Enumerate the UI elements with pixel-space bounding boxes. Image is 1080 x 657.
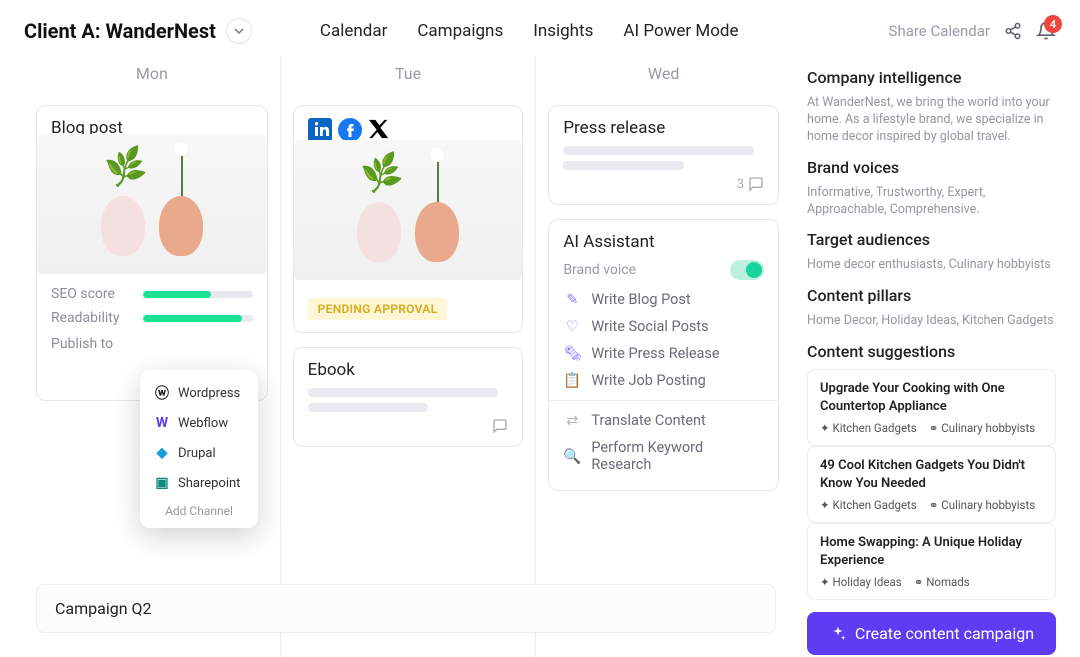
ai-action[interactable]: 🔍Perform Keyword Research bbox=[563, 434, 764, 478]
audience-tag: ⚭ Culinary hobbyists bbox=[929, 421, 1035, 435]
target-audiences-text: Home decor enthusiasts, Culinary hobbyis… bbox=[807, 257, 1056, 274]
drupal-icon: ◆ bbox=[154, 445, 170, 461]
suggestion-title: Upgrade Your Cooking with One Countertop… bbox=[820, 380, 1043, 415]
ai-action[interactable]: ✎Write Blog Post bbox=[563, 286, 764, 313]
pillar-tag: ✦ Kitchen Gadgets bbox=[820, 498, 917, 512]
ai-action-icon: 🗞 bbox=[563, 345, 581, 362]
right-panel: Company intelligence At WanderNest, we b… bbox=[791, 56, 1056, 657]
brand-voice-label: Brand voice bbox=[563, 262, 636, 278]
facebook-icon bbox=[338, 118, 362, 142]
comment-icon bbox=[492, 418, 508, 434]
comment-count[interactable]: 3 bbox=[563, 176, 764, 192]
client-dropdown[interactable] bbox=[226, 18, 252, 44]
notification-badge: 4 bbox=[1044, 15, 1062, 33]
readability-metric: Readability bbox=[51, 310, 253, 326]
ai-action[interactable]: 📋Write Job Posting bbox=[563, 367, 764, 394]
content-suggestions-heading: Content suggestions bbox=[807, 342, 1056, 361]
ai-action-icon: ✎ bbox=[563, 291, 581, 308]
skeleton-line bbox=[308, 388, 499, 397]
ai-title: AI Assistant bbox=[563, 232, 764, 252]
x-icon bbox=[368, 118, 390, 142]
chevron-down-icon bbox=[234, 28, 244, 34]
add-channel[interactable]: Add Channel bbox=[140, 498, 258, 520]
sharepoint-icon: ▣ bbox=[154, 475, 170, 491]
ai-action[interactable]: ♡Write Social Posts bbox=[563, 313, 764, 340]
calendar-grid: Mon Blog post 🌿 SEO score Readability bbox=[24, 56, 791, 657]
day-header: Wed bbox=[548, 56, 779, 91]
content-pillars-text: Home Decor, Holiday Ideas, Kitchen Gadge… bbox=[807, 313, 1056, 330]
pillar-tag: ✦ Kitchen Gadgets bbox=[820, 421, 917, 435]
ai-assistant-card: AI Assistant Brand voice ✎Write Blog Pos… bbox=[548, 219, 779, 491]
audience-tag: ⚭ Culinary hobbyists bbox=[929, 498, 1035, 512]
post-image: 🌿 bbox=[294, 140, 523, 280]
nav-campaigns[interactable]: Campaigns bbox=[417, 21, 503, 41]
seo-metric: SEO score bbox=[51, 286, 253, 302]
ai-action-icon: ♡ bbox=[563, 318, 581, 335]
suggestion-card[interactable]: Upgrade Your Cooking with One Countertop… bbox=[807, 369, 1056, 446]
social-post-card[interactable]: 🌿 PENDING APPROVAL bbox=[293, 105, 524, 333]
skeleton-line bbox=[563, 161, 683, 170]
share-calendar[interactable]: Share Calendar bbox=[889, 22, 990, 40]
nav-insights[interactable]: Insights bbox=[533, 21, 593, 41]
post-image: 🌿 bbox=[37, 134, 267, 274]
publish-option-webflow[interactable]: WWebflow bbox=[140, 408, 258, 438]
client-title: Client A: WanderNest bbox=[24, 19, 216, 43]
day-wed: Wed Press release 3 AI Assistant Brand v… bbox=[535, 56, 791, 657]
publish-to-label: Publish to bbox=[51, 336, 253, 352]
suggestion-title: Home Swapping: A Unique Holiday Experien… bbox=[820, 534, 1043, 569]
linkedin-icon bbox=[308, 118, 332, 142]
suggestion-title: 49 Cool Kitchen Gadgets You Didn't Know … bbox=[820, 457, 1043, 492]
suggestion-card[interactable]: 49 Cool Kitchen Gadgets You Didn't Know … bbox=[807, 446, 1056, 523]
day-header: Mon bbox=[36, 56, 268, 91]
card-title: Press release bbox=[563, 118, 764, 138]
target-audiences-heading: Target audiences bbox=[807, 230, 1056, 249]
ai-action-icon: 📋 bbox=[563, 372, 581, 389]
main-nav: Calendar Campaigns Insights AI Power Mod… bbox=[320, 21, 739, 41]
publish-option-sharepoint[interactable]: ▣Sharepoint bbox=[140, 468, 258, 498]
comment-icon bbox=[748, 176, 764, 192]
nav-calendar[interactable]: Calendar bbox=[320, 21, 387, 41]
skeleton-line bbox=[308, 403, 428, 412]
press-release-card[interactable]: Press release 3 bbox=[548, 105, 779, 205]
ebook-card[interactable]: Ebook bbox=[293, 347, 524, 447]
day-header: Tue bbox=[293, 56, 524, 91]
wordpress-icon: ⓦ bbox=[154, 385, 170, 401]
blog-post-card[interactable]: Blog post 🌿 SEO score Readability bbox=[36, 105, 268, 401]
webflow-icon: W bbox=[154, 415, 170, 431]
header: Client A: WanderNest Calendar Campaigns … bbox=[24, 18, 1056, 44]
publish-option-wordpress[interactable]: ⓦWordpress bbox=[140, 378, 258, 408]
create-campaign-button[interactable]: Create content campaign bbox=[807, 612, 1056, 655]
day-mon: Mon Blog post 🌿 SEO score Readability bbox=[24, 56, 280, 657]
skeleton-line bbox=[563, 146, 754, 155]
ai-action[interactable]: 🗞Write Press Release bbox=[563, 340, 764, 367]
brand-voices-heading: Brand voices bbox=[807, 158, 1056, 177]
status-badge: PENDING APPROVAL bbox=[308, 298, 448, 320]
publish-option-drupal[interactable]: ◆Drupal bbox=[140, 438, 258, 468]
notifications-button[interactable]: 4 bbox=[1036, 21, 1056, 41]
ai-action-icon: ⇄ bbox=[563, 412, 581, 429]
card-title: Ebook bbox=[308, 360, 509, 380]
audience-tag: ⚭ Nomads bbox=[914, 575, 970, 589]
ai-action[interactable]: ⇄Translate Content bbox=[563, 407, 764, 434]
suggestion-card[interactable]: Home Swapping: A Unique Holiday Experien… bbox=[807, 523, 1056, 600]
sparkle-icon bbox=[829, 625, 847, 643]
brand-voices-text: Informative, Trustworthy, Expert, Approa… bbox=[807, 185, 1056, 219]
nav-ai-power-mode[interactable]: AI Power Mode bbox=[623, 21, 738, 41]
brand-voice-toggle[interactable] bbox=[730, 260, 764, 280]
day-tue: Tue 🌿 PENDING APPROVAL Ebook bbox=[280, 56, 536, 657]
publish-to-popover: ⓦWordpressWWebflow◆Drupal▣Sharepoint Add… bbox=[140, 370, 258, 528]
campaign-bar[interactable]: Campaign Q2 bbox=[36, 584, 776, 633]
ai-action-icon: 🔍 bbox=[563, 448, 581, 465]
pillar-tag: ✦ Holiday Ideas bbox=[820, 575, 902, 589]
company-intel-heading: Company intelligence bbox=[807, 68, 1056, 87]
share-icon[interactable] bbox=[1004, 22, 1022, 40]
content-pillars-heading: Content pillars bbox=[807, 286, 1056, 305]
company-intel-text: At WanderNest, we bring the world into y… bbox=[807, 95, 1056, 146]
